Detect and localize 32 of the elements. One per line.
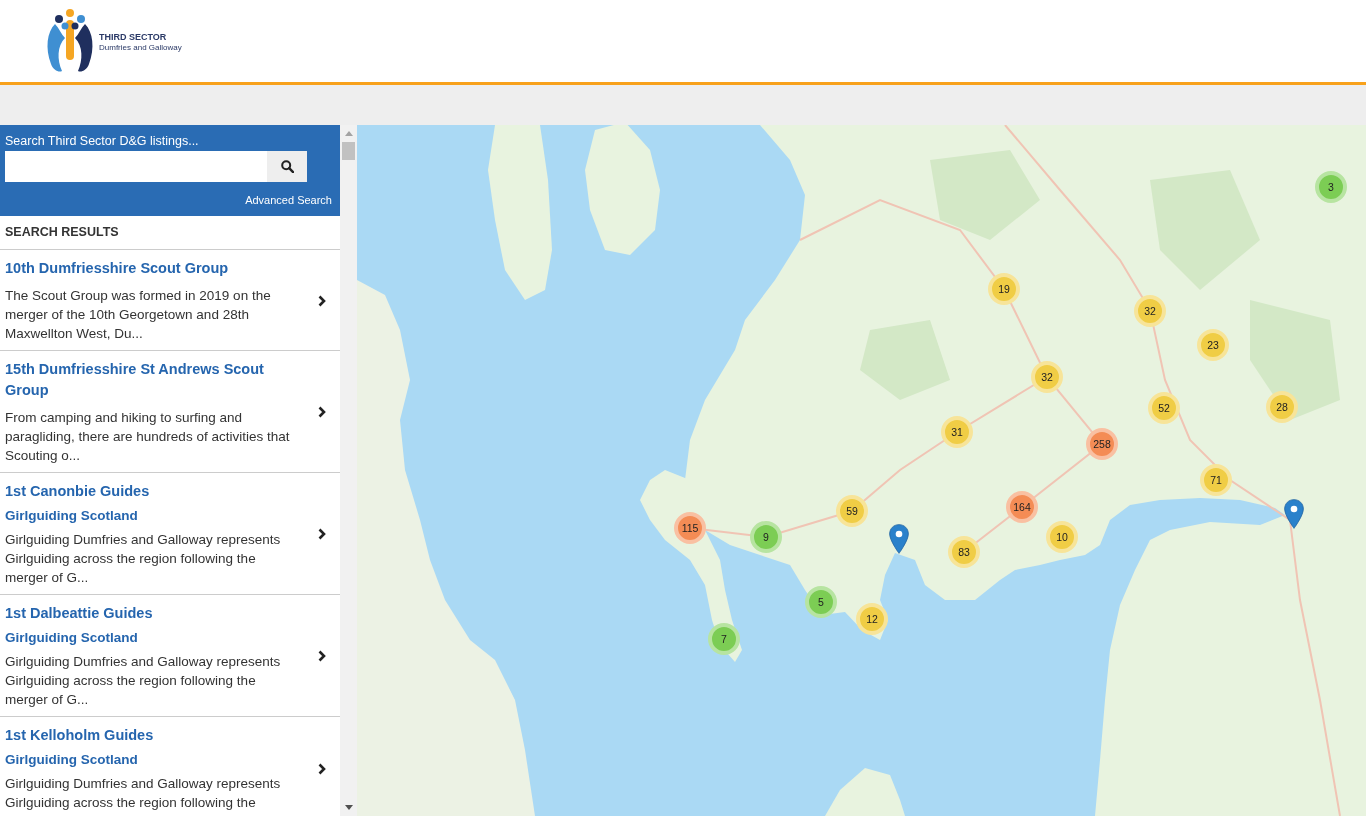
- result-description: The Scout Group was formed in 2019 on the merger of the 10th Georgetown and 28th Maxwellton West, Du...: [5, 287, 272, 343]
- map-pin-icon[interactable]: [1284, 498, 1304, 530]
- result-description: From camping and hiking to surfing and paragliding, there are hundreds of activities that Scouting o...: [5, 409, 291, 465]
- scrollbar-thumb[interactable]: [342, 142, 355, 160]
- chevron-right-icon[interactable]: [318, 650, 326, 662]
- scroll-down-arrow-icon[interactable]: [344, 805, 353, 810]
- result-description: Girlguiding Dumfries and Galloway represents Girlguiding across the region following the merger of G...: [5, 653, 282, 709]
- search-field[interactable]: [5, 151, 267, 182]
- results-heading: SEARCH RESULTS: [0, 216, 340, 250]
- result-title-link[interactable]: 1st Canonbie Guides: [5, 481, 298, 502]
- search-icon: [280, 160, 294, 173]
- result-organisation[interactable]: Girlguiding Scotland: [5, 628, 298, 648]
- result-description: Girlguiding Dumfries and Galloway represents Girlguiding across the region following the: [5, 775, 282, 812]
- result-description: Girlguiding Dumfries and Galloway represents Girlguiding across the region following the merger of G...: [5, 531, 282, 587]
- chevron-right-icon[interactable]: [318, 762, 326, 775]
- scrollbar[interactable]: [340, 125, 357, 816]
- result-title-link[interactable]: 10th Dumfriesshire Scout Group: [5, 258, 298, 279]
- search-label: Search Third Sector D&G listings...: [5, 133, 200, 149]
- result-organisation[interactable]: Girlguiding Scotland: [5, 506, 298, 526]
- result-title-link[interactable]: 15th Dumfriesshire St Andrews Scout Group: [5, 359, 298, 401]
- people-logo-icon: [45, 8, 95, 74]
- advanced-search-link[interactable]: Advanced Search: [245, 193, 332, 207]
- chevron-right-icon[interactable]: [318, 294, 326, 307]
- logo-title: THIRD SECTOR: [99, 31, 168, 43]
- logo-subtitle: Dumfries and Galloway: [99, 42, 182, 53]
- result-title-link[interactable]: 1st Dalbeattie Guides: [5, 603, 298, 624]
- result-title-link[interactable]: 1st Kelloholm Guides: [5, 725, 298, 746]
- map-pin-icon[interactable]: [889, 523, 909, 555]
- chevron-right-icon[interactable]: [318, 528, 326, 540]
- result-organisation[interactable]: Girlguiding Scotland: [5, 750, 298, 770]
- search-button[interactable]: [267, 151, 307, 182]
- chevron-right-icon[interactable]: [318, 406, 326, 418]
